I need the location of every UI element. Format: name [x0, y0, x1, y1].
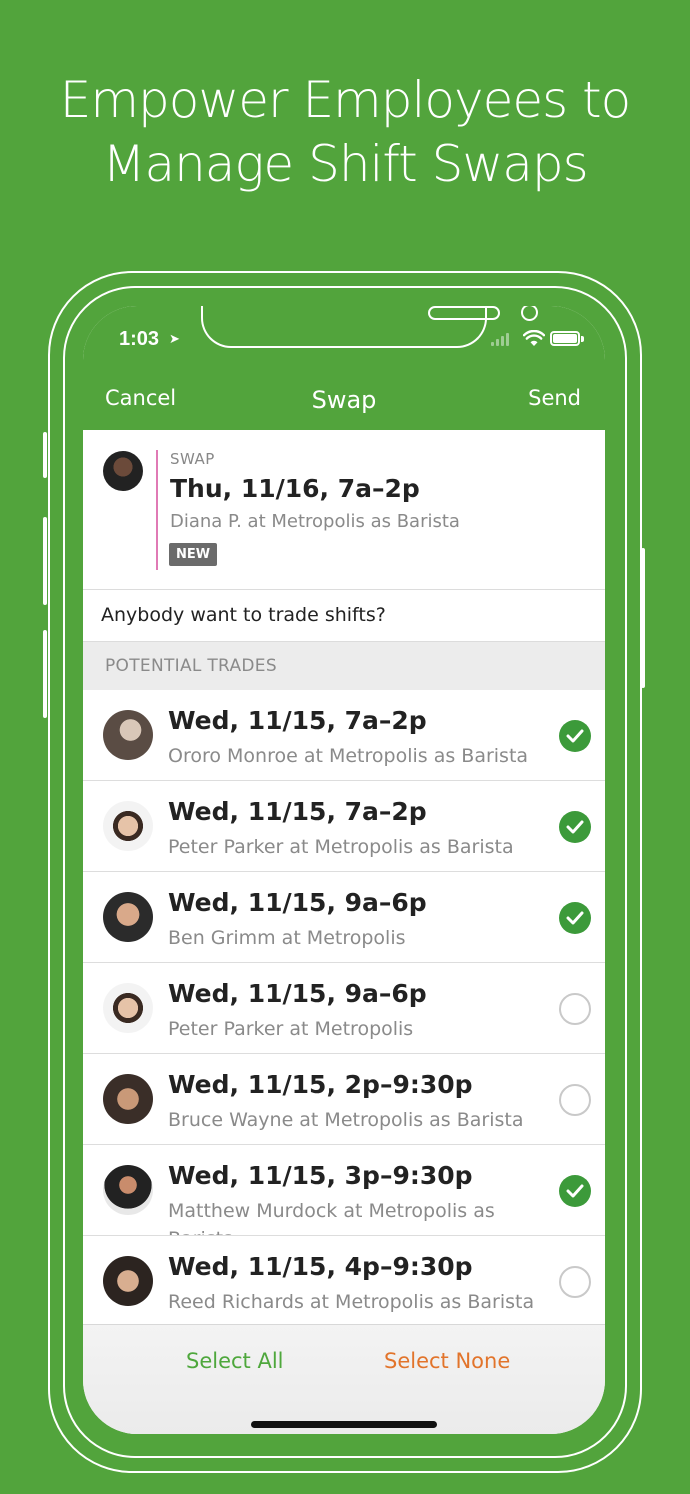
phone-screen: 1:03 ➤ Cancel Swap Send SWAP Thu, 11/16,… — [83, 306, 605, 1434]
cancel-button[interactable]: Cancel — [105, 386, 176, 410]
send-button[interactable]: Send — [528, 386, 581, 410]
checkmark-icon[interactable] — [559, 811, 591, 843]
cellular-signal-icon — [491, 332, 509, 346]
trade-date: Wed, 11/15, 9a–6p — [168, 979, 427, 1008]
trade-description: Reed Richards at Metropolis as Barista — [168, 1291, 535, 1313]
wifi-icon — [522, 329, 546, 351]
speaker-grille — [428, 306, 500, 320]
trade-row[interactable]: Wed, 11/15, 7a–2p Ororo Monroe at Metrop… — [83, 690, 605, 781]
trade-date: Wed, 11/15, 3p–9:30p — [168, 1161, 473, 1190]
trade-description: Peter Parker at Metropolis — [168, 1018, 414, 1040]
front-camera — [521, 306, 538, 321]
phone-silent-switch — [43, 432, 47, 478]
trade-description: Ororo Monroe at Metropolis as Barista — [168, 745, 529, 767]
avatar — [103, 451, 143, 491]
status-time: 1:03 — [119, 328, 160, 350]
headline-line-2: Manage Shift Swaps — [102, 135, 588, 193]
battery-icon — [550, 331, 580, 346]
trade-row[interactable]: Wed, 11/15, 2p–9:30p Bruce Wayne at Metr… — [83, 1054, 605, 1145]
swap-label: SWAP — [170, 450, 215, 468]
trade-date: Wed, 11/15, 7a–2p — [168, 797, 427, 826]
avatar — [103, 1256, 153, 1306]
checkmark-icon[interactable] — [559, 720, 591, 752]
checkmark-icon[interactable] — [559, 1175, 591, 1207]
checkmark-icon[interactable] — [559, 902, 591, 934]
avatar — [103, 983, 153, 1033]
swap-shift-description: Diana P. at Metropolis as Barista — [170, 511, 460, 532]
phone-volume-down — [43, 630, 47, 718]
unchecked-circle-icon[interactable] — [559, 993, 591, 1025]
trade-date: Wed, 11/15, 2p–9:30p — [168, 1070, 473, 1099]
trade-date: Wed, 11/15, 7a–2p — [168, 706, 427, 735]
unchecked-circle-icon[interactable] — [559, 1084, 591, 1116]
headline-line-1: Empower Employees to — [59, 71, 632, 129]
trade-description: Peter Parker at Metropolis as Barista — [168, 836, 514, 858]
avatar — [103, 710, 153, 760]
select-none-button[interactable]: Select None — [384, 1349, 510, 1373]
swap-accent-bar — [156, 450, 158, 570]
avatar — [103, 801, 153, 851]
trade-description: Matthew Murdock at Metropolis as Barista — [168, 1200, 495, 1235]
avatar — [103, 1074, 153, 1124]
trade-row[interactable]: Wed, 11/15, 9a–6p Ben Grimm at Metropoli… — [83, 872, 605, 963]
status-badge: NEW — [169, 543, 218, 566]
trade-description: Bruce Wayne at Metropolis as Barista — [168, 1109, 524, 1131]
phone-power-button — [641, 548, 645, 688]
trade-description: Ben Grimm at Metropolis — [168, 927, 406, 949]
battery-tip — [581, 336, 584, 342]
location-arrow-icon: ➤ — [169, 332, 180, 347]
selection-toolbar: Select All Select None — [83, 1324, 605, 1434]
trade-row[interactable]: Wed, 11/15, 4p–9:30p Reed Richards at Me… — [83, 1236, 605, 1327]
trade-date: Wed, 11/15, 9a–6p — [168, 888, 427, 917]
swap-message[interactable]: Anybody want to trade shifts? — [83, 590, 605, 642]
select-all-button[interactable]: Select All — [186, 1349, 284, 1373]
swap-shift-card: SWAP Thu, 11/16, 7a–2p Diana P. at Metro… — [83, 430, 605, 590]
trade-row[interactable]: Wed, 11/15, 9a–6p Peter Parker at Metrop… — [83, 963, 605, 1054]
home-indicator[interactable] — [251, 1421, 437, 1428]
avatar — [103, 1165, 153, 1215]
section-header-potential-trades: POTENTIAL TRADES — [83, 642, 605, 690]
headline: Empower Employees to Manage Shift Swaps — [0, 68, 690, 196]
app-header: 1:03 ➤ Cancel Swap Send — [83, 306, 605, 430]
avatar — [103, 892, 153, 942]
trade-date: Wed, 11/15, 4p–9:30p — [168, 1252, 473, 1281]
notch — [201, 306, 538, 348]
trade-row[interactable]: Wed, 11/15, 3p–9:30p Matthew Murdock at … — [83, 1145, 605, 1236]
swap-shift-date: Thu, 11/16, 7a–2p — [170, 474, 420, 503]
phone-volume-up — [43, 517, 47, 605]
potential-trades-list: Wed, 11/15, 7a–2p Ororo Monroe at Metrop… — [83, 690, 605, 1327]
unchecked-circle-icon[interactable] — [559, 1266, 591, 1298]
trade-row[interactable]: Wed, 11/15, 7a–2p Peter Parker at Metrop… — [83, 781, 605, 872]
